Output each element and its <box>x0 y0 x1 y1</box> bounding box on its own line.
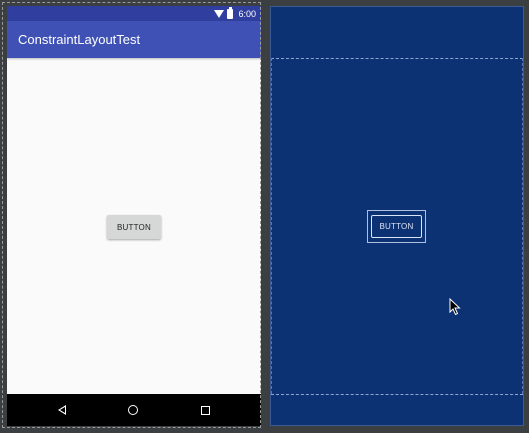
cursor-icon <box>449 298 461 316</box>
blueprint-left-guide <box>271 58 272 394</box>
design-button[interactable]: BUTTON <box>107 215 161 239</box>
status-bar: 6:00 <box>7 6 261 21</box>
status-time: 6:00 <box>238 8 256 19</box>
wifi-icon <box>214 9 225 18</box>
recents-icon[interactable] <box>200 405 210 415</box>
nav-bar <box>7 394 261 426</box>
blueprint-view[interactable]: BUTTON <box>270 6 524 426</box>
blueprint-button[interactable]: BUTTON <box>371 215 422 238</box>
home-icon[interactable] <box>128 405 139 415</box>
blueprint-right-guide <box>522 58 523 394</box>
design-view: 6:00 ConstraintLayoutTest BUTTON <box>7 6 261 426</box>
blueprint-nav-bar-guide <box>271 394 523 395</box>
battery-icon <box>227 6 234 19</box>
back-icon[interactable] <box>58 405 67 415</box>
app-title: ConstraintLayoutTest <box>18 32 141 47</box>
blueprint-button-bounds[interactable]: BUTTON <box>367 210 426 243</box>
app-bar[interactable]: ConstraintLayoutTest <box>7 21 261 58</box>
content-area[interactable]: BUTTON <box>7 58 261 394</box>
blueprint-app-bar-guide <box>271 58 523 59</box>
layout-editor-canvas: 6:00 ConstraintLayoutTest BUTTON BUTTON <box>0 0 529 433</box>
